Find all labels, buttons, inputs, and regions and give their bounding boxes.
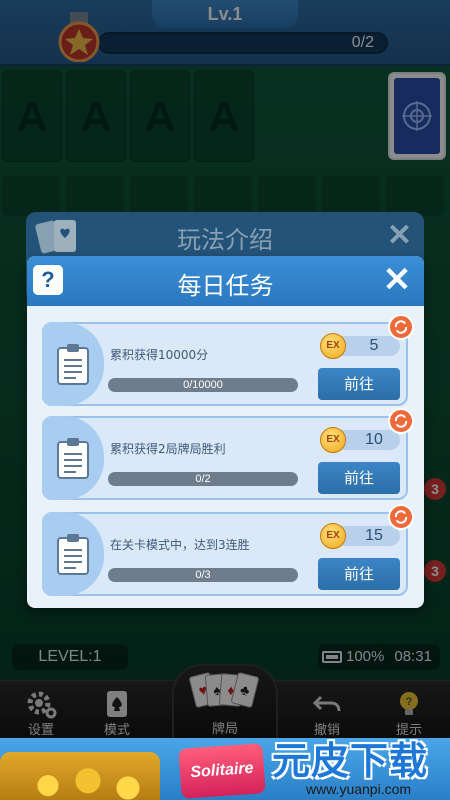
coins-image [0,752,160,800]
task-description: 在关卡模式中，达到3连胜 [110,538,250,552]
reward-amount: 10 [365,431,383,448]
refresh-icon[interactable] [388,408,414,434]
go-button[interactable]: 前往 [318,558,400,590]
task-description: 累积获得10000分 [110,348,209,362]
background-dialog-title: 玩法介绍 [177,226,273,254]
ex-coin-icon: EX [320,523,346,549]
clipboard-icon [57,438,89,479]
ex-coin-icon: EX [320,333,346,359]
go-button[interactable]: 前往 [318,368,400,400]
go-button[interactable]: 前往 [318,462,400,494]
reward-amount: 15 [365,527,383,544]
clipboard-icon [57,534,89,575]
refresh-icon[interactable] [388,504,414,530]
task-card: 在关卡模式中，达到3连胜 0/3 EX 15 前往 [42,504,414,596]
dialog-title: 每日任务 [177,272,274,300]
ex-coin-icon: EX [320,427,346,453]
watermark-title: 元皮下载 [272,739,429,783]
refresh-icon[interactable] [388,314,414,340]
close-button[interactable]: ✕ [380,262,414,298]
task-progress: 0/3 [108,568,298,582]
clipboard-icon [57,344,89,385]
task-reward: EX 5 [320,333,400,359]
task-progress: 0/2 [108,472,298,486]
background-close-icon: ✕ [386,219,412,252]
reward-amount: 5 [369,337,379,354]
task-reward: EX 15 [320,523,400,549]
task-card: 累积获得10000分 0/10000 EX 5 前往 [42,314,414,406]
watermark: 元皮下载 www.yuanpi.com [272,730,448,797]
daily-tasks-dialog: ? 每日任务 ✕ 累积获得10000分 0/10000 EX 5 前往 累积获得… [27,256,424,608]
task-description: 累积获得2局牌局胜利 [110,442,226,456]
task-reward: EX 10 [320,427,400,453]
banner-logo: Solitaire [178,743,266,799]
task-card: 累积获得2局牌局胜利 0/2 EX 10 前往 [42,408,414,500]
task-progress: 0/10000 [108,378,298,392]
